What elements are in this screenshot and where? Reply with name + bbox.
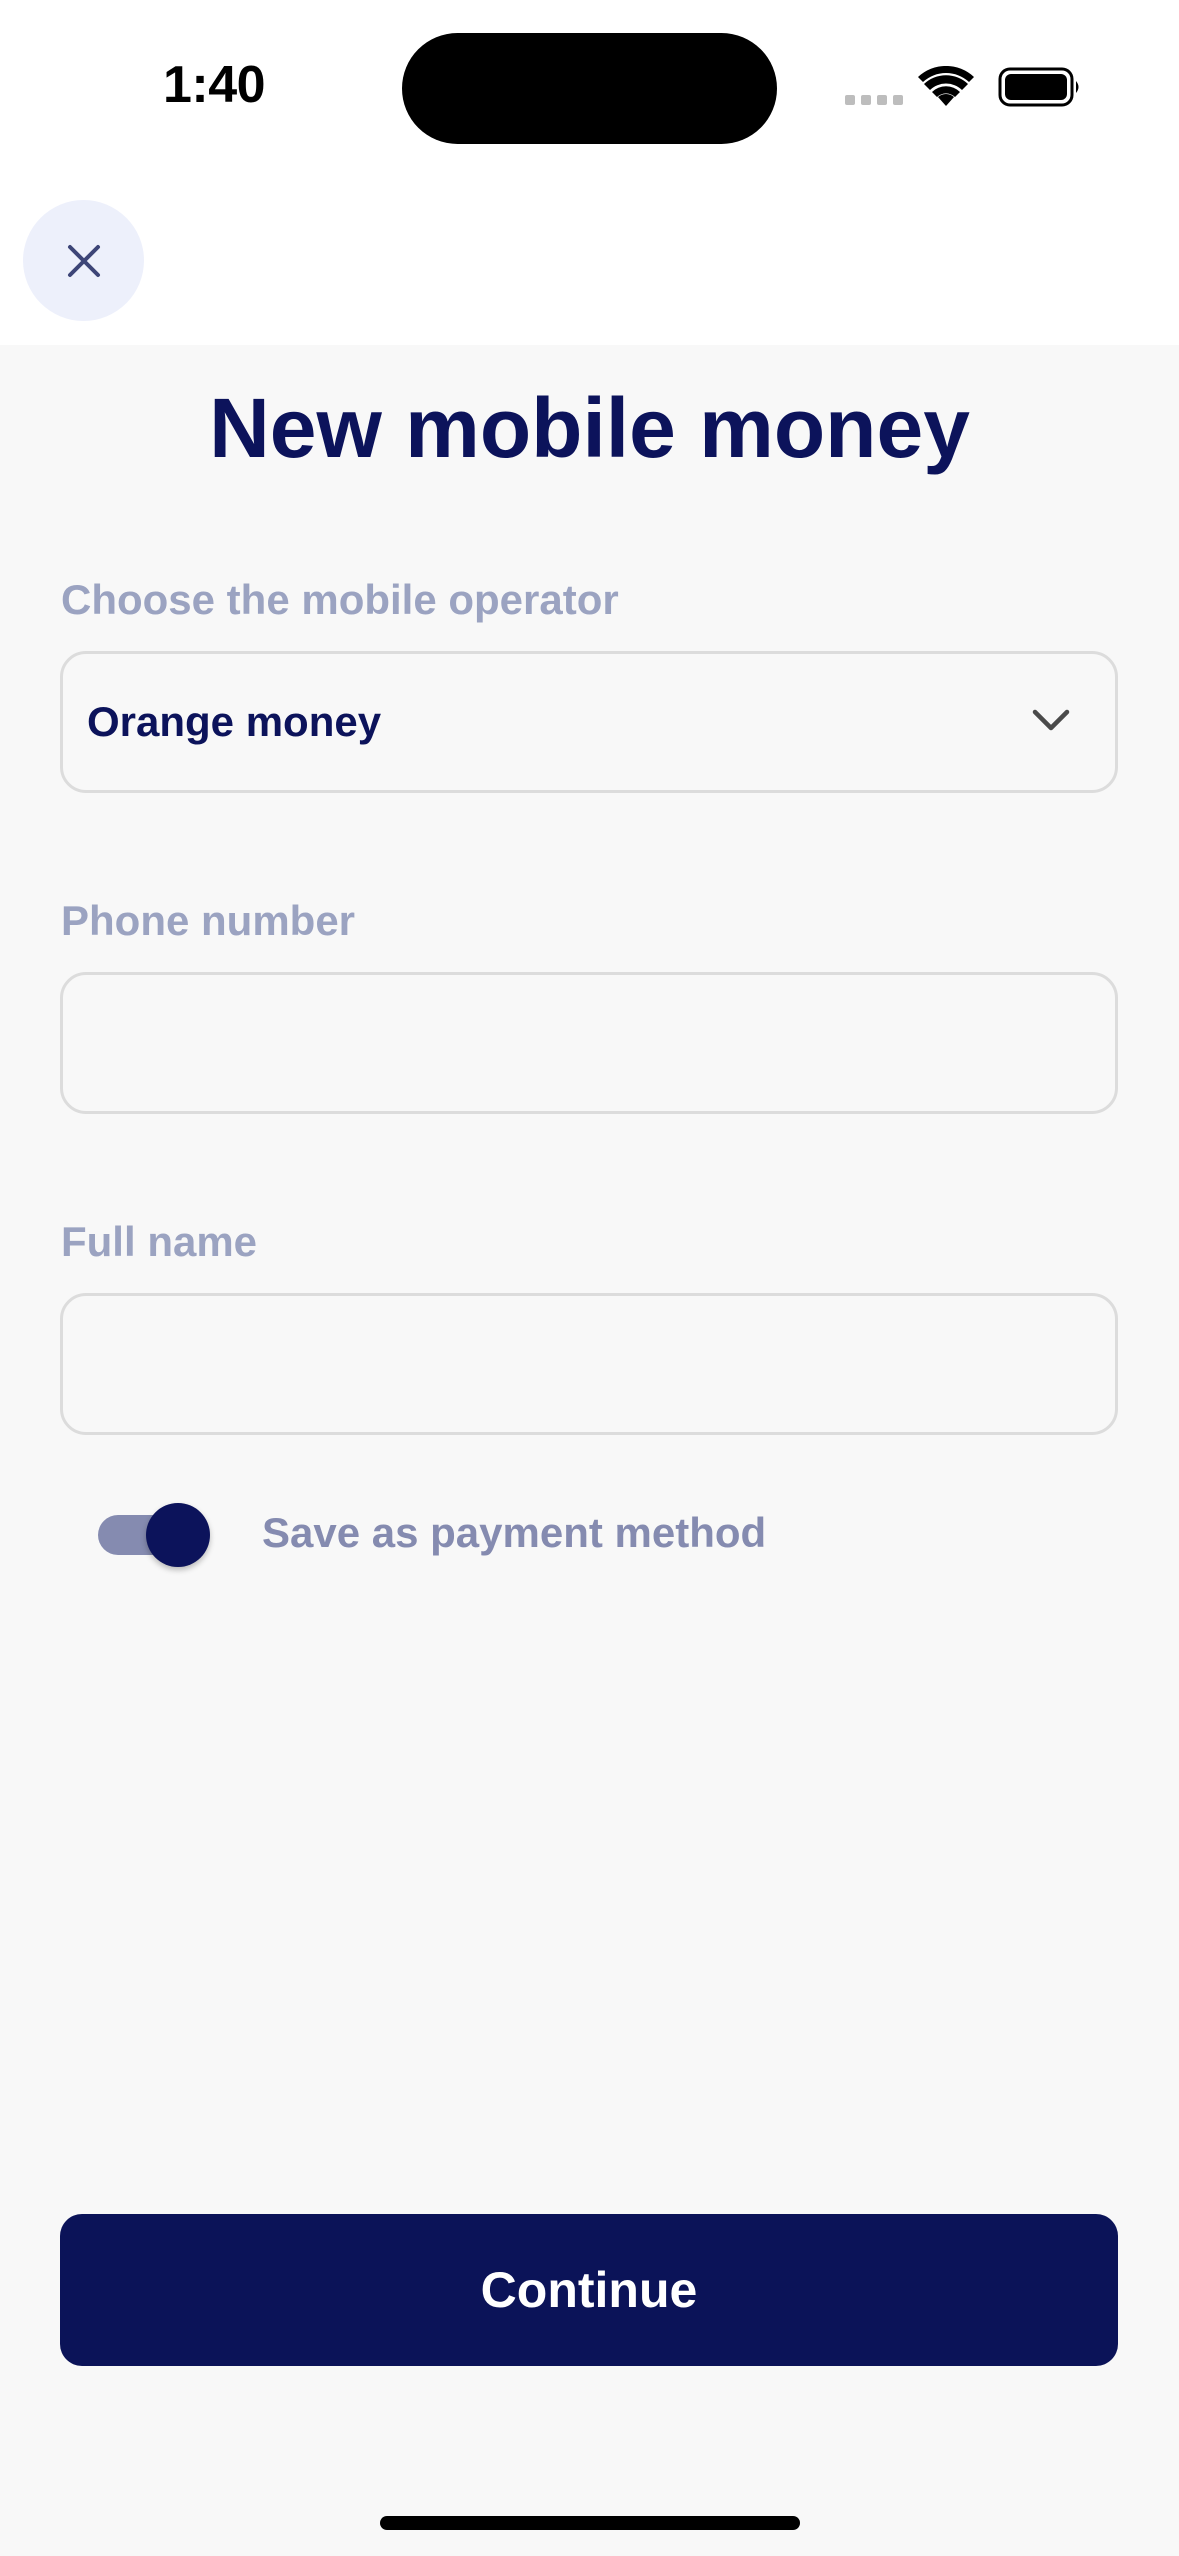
full-name-field[interactable] bbox=[60, 1293, 1118, 1435]
battery-icon bbox=[998, 67, 1079, 107]
cellular-signal-icon bbox=[845, 95, 903, 105]
continue-button[interactable]: Continue bbox=[60, 2214, 1118, 2366]
save-payment-method-toggle[interactable] bbox=[98, 1503, 210, 1567]
phone-number-field[interactable] bbox=[60, 972, 1118, 1114]
wifi-icon bbox=[918, 66, 974, 106]
phone-number-input[interactable] bbox=[63, 975, 1115, 1111]
full-name-label: Full name bbox=[61, 1218, 258, 1265]
home-indicator bbox=[380, 2516, 800, 2530]
save-payment-method-label: Save as payment method bbox=[262, 1509, 767, 1556]
dynamic-island bbox=[402, 33, 777, 144]
toggle-knob bbox=[146, 1503, 210, 1567]
operator-selected-value: Orange money bbox=[87, 698, 382, 745]
close-icon bbox=[67, 244, 100, 277]
close-button[interactable] bbox=[23, 200, 144, 321]
operator-select[interactable]: Orange money bbox=[60, 651, 1118, 793]
status-time: 1:40 bbox=[163, 56, 266, 114]
phone-number-label: Phone number bbox=[61, 897, 356, 944]
operator-label: Choose the mobile operator bbox=[61, 576, 619, 623]
chevron-down-icon bbox=[1032, 709, 1070, 731]
full-name-input[interactable] bbox=[63, 1296, 1115, 1432]
page-title: New mobile money bbox=[209, 381, 970, 475]
